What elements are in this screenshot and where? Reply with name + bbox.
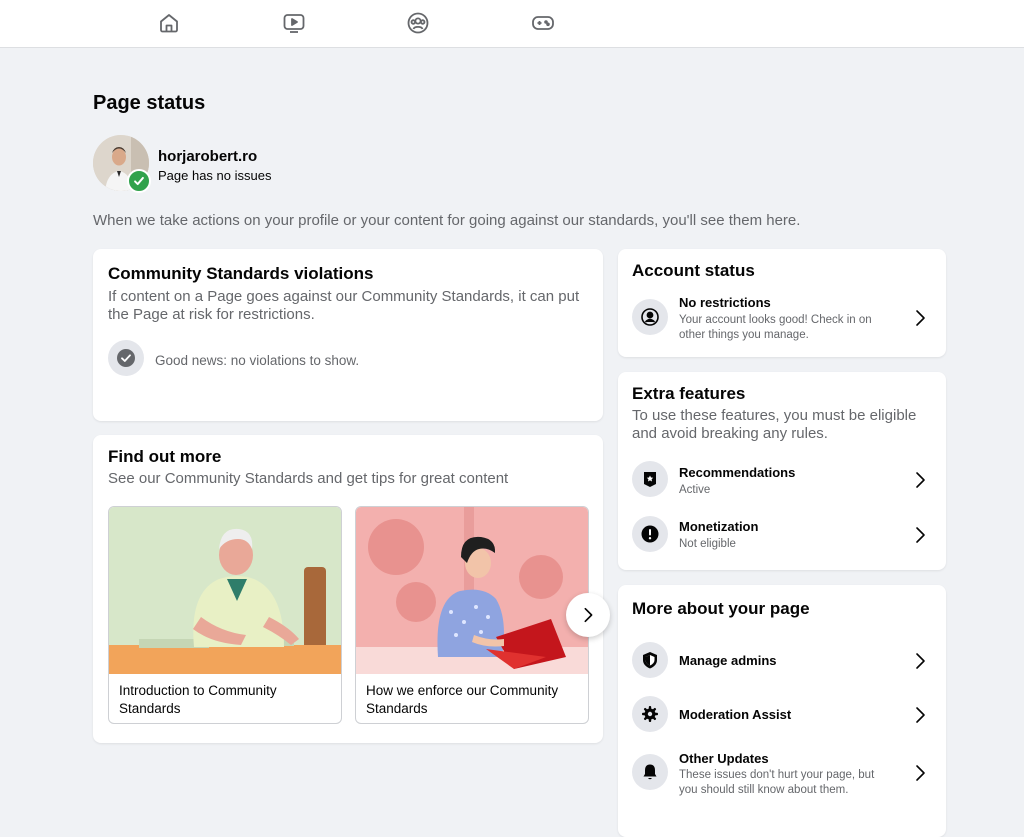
manage-admins-row[interactable]: Manage admins: [618, 641, 946, 679]
gaming-icon[interactable]: [530, 10, 556, 36]
top-navigation: [0, 0, 1024, 48]
enforce-card-caption: How we enforce our Community Standards: [366, 683, 559, 716]
home-icon[interactable]: [156, 10, 182, 36]
check-circle-icon: [108, 340, 144, 376]
shield-icon: [632, 642, 668, 678]
good-news-text: Good news: no violations to show.: [155, 353, 360, 368]
account-status-card: Account status No restrictions Your acco…: [618, 249, 946, 357]
alert-icon: [632, 516, 668, 552]
other-updates-row[interactable]: Other Updates These issues don't hurt yo…: [618, 749, 946, 799]
account-status-item-subtitle: Your account looks good! Check in on oth…: [679, 314, 872, 341]
find-out-more-subtitle: See our Community Standards and get tips…: [108, 470, 509, 487]
profile-summary: horjarobert.ro Page has no issues: [93, 135, 493, 193]
enforce-community-standards-card[interactable]: How we enforce our Community Standards: [355, 506, 589, 724]
recommendations-icon: [632, 461, 668, 497]
account-icon: [632, 299, 668, 335]
page-title: Page status: [93, 92, 206, 114]
groups-icon[interactable]: [405, 10, 431, 36]
chevron-right-icon: [584, 607, 593, 623]
other-updates-subtitle: These issues don't hurt your page, but y…: [679, 769, 875, 796]
bell-icon: [632, 754, 668, 790]
moderation-assist-row[interactable]: Moderation Assist: [618, 695, 946, 733]
chevron-right-icon: [916, 653, 925, 669]
carousel-next-button[interactable]: [566, 593, 610, 637]
verified-check-icon: [127, 169, 151, 193]
account-status-item-title: No restrictions: [679, 295, 771, 310]
find-out-more-title: Find out more: [108, 447, 222, 466]
manage-admins-title: Manage admins: [679, 653, 777, 668]
profile-status: Page has no issues: [158, 168, 272, 183]
monetization-row[interactable]: Monetization Not eligible: [618, 515, 946, 555]
violations-subtitle: If content on a Page goes against our Co…: [108, 288, 580, 323]
chevron-right-icon: [916, 310, 925, 326]
gear-icon: [632, 696, 668, 732]
extra-features-card: Extra features To use these features, yo…: [618, 372, 946, 570]
more-about-title: More about your page: [632, 599, 810, 618]
extra-features-title: Extra features: [632, 384, 746, 403]
recommendations-row[interactable]: Recommendations Active: [618, 460, 946, 500]
profile-name[interactable]: horjarobert.ro: [158, 148, 257, 165]
other-updates-title: Other Updates: [679, 751, 769, 766]
recommendations-title: Recommendations: [679, 465, 796, 480]
violations-title: Community Standards violations: [108, 264, 374, 283]
intro-text: When we take actions on your profile or …: [93, 212, 801, 229]
intro-community-standards-card[interactable]: Introduction to Community Standards: [108, 506, 342, 724]
more-about-card: More about your page Manage admins Moder…: [618, 585, 946, 837]
chevron-right-icon: [916, 472, 925, 488]
violations-card: Community Standards violations If conten…: [93, 249, 603, 421]
watch-icon[interactable]: [281, 10, 307, 36]
monetization-title: Monetization: [679, 519, 759, 534]
extra-features-subtitle: To use these features, you must be eligi…: [632, 407, 917, 442]
account-status-row[interactable]: No restrictions Your account looks good!…: [618, 293, 946, 349]
chevron-right-icon: [916, 765, 925, 781]
recommendations-status: Active: [679, 484, 711, 496]
chevron-right-icon: [916, 527, 925, 543]
intro-illustration: [109, 507, 341, 674]
chevron-right-icon: [916, 707, 925, 723]
intro-card-caption: Introduction to Community Standards: [119, 683, 277, 716]
account-status-title: Account status: [632, 261, 755, 280]
moderation-assist-title: Moderation Assist: [679, 707, 792, 722]
enforce-illustration: [356, 507, 588, 674]
monetization-status: Not eligible: [679, 538, 736, 550]
